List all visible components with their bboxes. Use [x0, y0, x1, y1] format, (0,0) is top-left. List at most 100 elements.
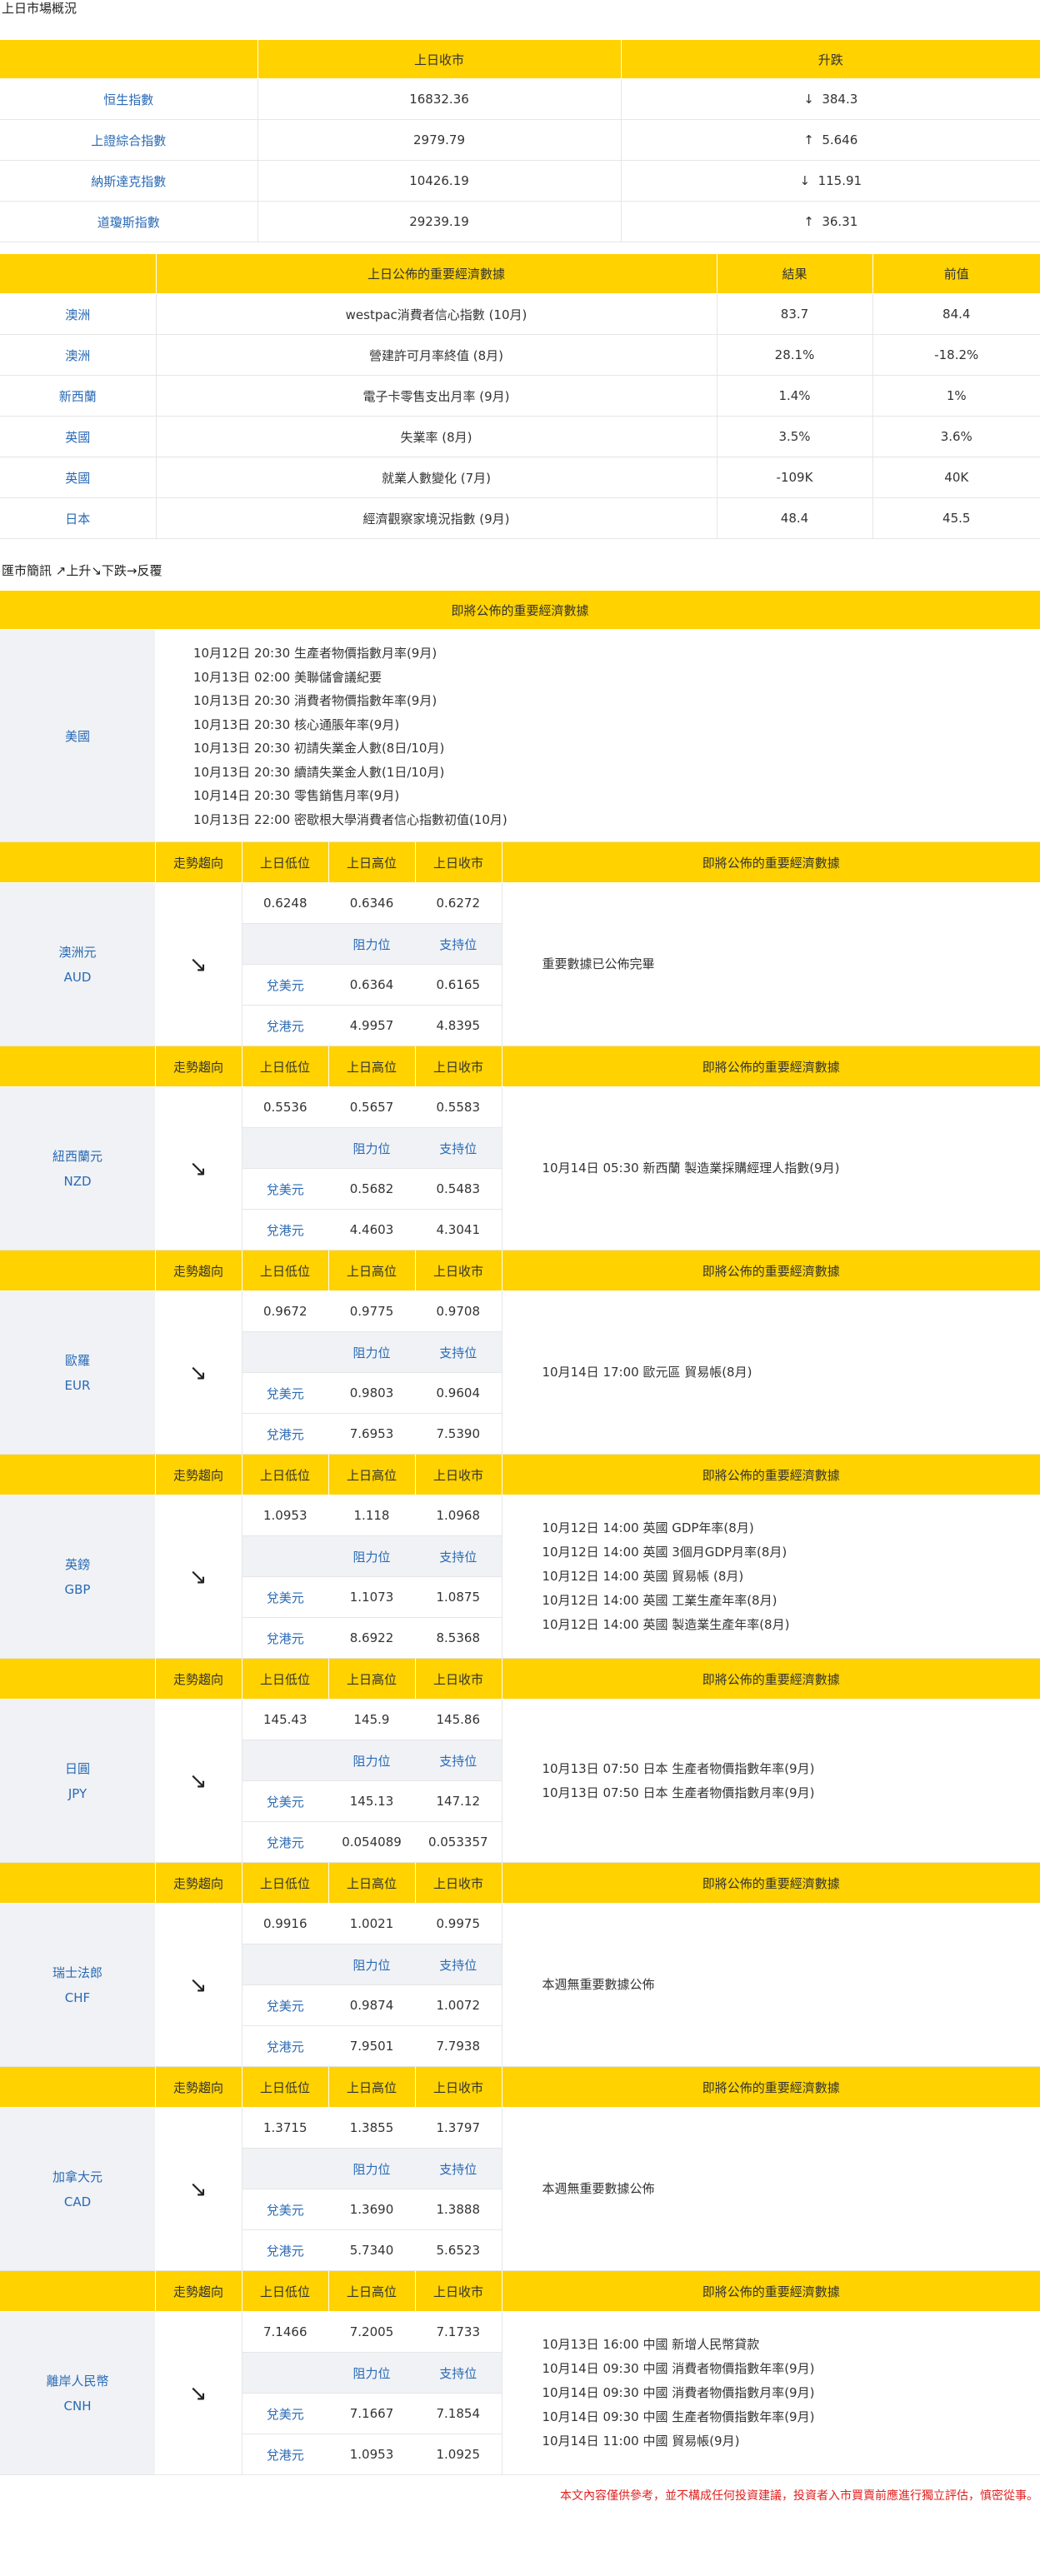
index-link[interactable]: 上證綜合指數: [0, 119, 258, 161]
currency-name-cell[interactable]: 歐羅 EUR: [0, 1290, 155, 1455]
list-item: 10月13日 02:00 美聯儲會議紀要: [193, 669, 382, 685]
level-blank: [242, 1944, 328, 1985]
index-close: 10426.19: [258, 160, 622, 202]
country-link[interactable]: 日本: [0, 497, 157, 539]
header-high: 上日高位: [328, 1046, 416, 1087]
overview-header-blank: [0, 40, 258, 79]
currency-name-cell[interactable]: 英鎊 GBP: [0, 1495, 155, 1659]
vs-usd-label: 兌美元: [242, 964, 328, 1006]
header-events: 即將公佈的重要經濟數據: [502, 2067, 1040, 2108]
down-right-arrow-icon: ↘: [188, 1768, 208, 1794]
eco-result: 1.4%: [717, 375, 873, 417]
market-overview-title: 上日市場概況: [2, 1, 78, 16]
prev-high: 1.118: [328, 1495, 415, 1536]
list-item: 重要數據已公佈完畢: [542, 956, 655, 971]
support-label: 支持位: [415, 2148, 502, 2189]
vs-usd-label: 兌美元: [242, 1168, 328, 1210]
us-country-link[interactable]: 美國: [0, 629, 155, 842]
index-link[interactable]: 道瓊斯指數: [0, 201, 258, 242]
currency-name-cell[interactable]: 加拿大元 CAD: [0, 2107, 155, 2271]
prev-high: 0.5657: [328, 1086, 415, 1128]
down-right-arrow-icon: ↘: [188, 1156, 208, 1181]
list-item: 10月14日 09:30 中國 消費者物價指數月率(9月): [542, 2385, 815, 2400]
trend-cell: ↘: [155, 2107, 242, 2271]
table-row: 紐西蘭元 NZD ↘ 0.5536 0.5657 0.5583 10月14日 05:30 新…: [0, 1086, 1040, 1251]
eco-item: 電子卡零售支出月率 (9月): [156, 375, 718, 417]
currency-name: 離岸人民幣: [46, 2373, 109, 2389]
hkd-support: 7.5390: [415, 1413, 502, 1455]
eco-item: 失業率 (8月): [156, 416, 718, 457]
eco-result: 48.4: [717, 497, 873, 539]
trend-cell: ↘: [155, 2311, 242, 2475]
country-link[interactable]: 新西蘭: [0, 375, 157, 417]
list-item: 10月13日 20:30 續請失業金人數(1日/10月): [193, 764, 445, 780]
index-link[interactable]: 納斯達克指數: [0, 160, 258, 202]
list-item: 10月14日 09:30 中國 生產者物價指數年率(9月): [542, 2409, 815, 2424]
currency-name-cell[interactable]: 紐西蘭元 NZD: [0, 1086, 155, 1251]
header-trend: 走勢趨向: [155, 1863, 242, 1904]
currency-header: 走勢趨向 上日低位 上日高位 上日收市 即將公佈的重要經濟數據: [0, 1863, 1040, 1904]
usd-support: 0.6165: [415, 964, 502, 1006]
prev-close: 0.9708: [415, 1290, 502, 1332]
prev-low: 1.0953: [242, 1495, 328, 1536]
hkd-support: 8.5368: [415, 1617, 502, 1659]
change-value: 115.91: [818, 173, 862, 188]
header-trend: 走勢趨向: [155, 842, 242, 883]
vs-hkd-label: 兌港元: [242, 1821, 328, 1863]
vs-usd-label: 兌美元: [242, 1780, 328, 1822]
currency-name: 歐羅: [64, 1352, 90, 1368]
prev-low: 1.3715: [242, 2107, 328, 2149]
upcoming-events: 10月14日 17:00 歐元區 貿易帳(8月): [501, 1290, 1040, 1455]
header-close: 上日收市: [415, 2067, 502, 2108]
currency-code: NZD: [63, 1173, 92, 1189]
prev-low: 0.9672: [242, 1290, 328, 1332]
level-blank: [242, 2352, 328, 2394]
eco-prev: -18.2%: [872, 334, 1040, 376]
prev-close: 0.6272: [415, 882, 502, 924]
level-blank: [242, 1740, 328, 1781]
resistance-label: 阻力位: [328, 1331, 415, 1373]
currency-name-cell[interactable]: 澳洲元 AUD: [0, 882, 155, 1046]
usd-resistance: 0.5682: [328, 1168, 415, 1210]
header-close: 上日收市: [415, 1046, 502, 1087]
support-label: 支持位: [415, 923, 502, 965]
us-events-header: 即將公佈的重要經濟數據: [0, 591, 1040, 630]
list-item: 10月13日 20:30 初請失業金人數(8日/10月): [193, 741, 445, 756]
country-link[interactable]: 澳洲: [0, 293, 157, 335]
country-link[interactable]: 澳洲: [0, 334, 157, 376]
index-link[interactable]: 恒生指數: [0, 78, 258, 120]
eco-prev: 3.6%: [872, 416, 1040, 457]
header-blank: [0, 1659, 156, 1700]
level-blank: [242, 923, 328, 965]
header-low: 上日低位: [242, 2067, 329, 2108]
header-blank: [0, 1251, 156, 1291]
currency-name: 英鎊: [64, 1556, 90, 1572]
currency-name-cell[interactable]: 離岸人民幣 CNH: [0, 2311, 155, 2475]
eco-header-item: 上日公佈的重要經濟數據: [156, 254, 718, 294]
header-low: 上日低位: [242, 842, 329, 883]
upcoming-events: 10月13日 07:50 日本 生產者物價指數年率(9月) 10月13日 07:5…: [501, 1699, 1040, 1863]
header-trend: 走勢趨向: [155, 1251, 242, 1291]
list-item: 10月12日 14:00 英國 GDP年率(8月): [542, 1520, 754, 1535]
prev-high: 1.3855: [328, 2107, 415, 2149]
header-low: 上日低位: [242, 1659, 329, 1700]
header-close: 上日收市: [415, 1659, 502, 1700]
prev-high: 1.0021: [328, 1903, 415, 1944]
overview-header-change: 升跌: [621, 40, 1040, 79]
down-arrow-icon: ↓: [803, 92, 814, 107]
country-link[interactable]: 英國: [0, 457, 157, 498]
hkd-support: 1.0925: [415, 2434, 502, 2475]
down-right-arrow-icon: ↘: [188, 2380, 208, 2406]
usd-resistance: 1.1073: [328, 1576, 415, 1618]
country-link[interactable]: 英國: [0, 416, 157, 457]
currency-header: 走勢趨向 上日低位 上日高位 上日收市 即將公佈的重要經濟數據: [0, 2067, 1040, 2108]
upcoming-events: 重要數據已公佈完畢: [501, 882, 1040, 1046]
down-right-arrow-icon: ↘: [188, 2176, 208, 2202]
usd-resistance: 0.9874: [328, 1984, 415, 2026]
currency-name-cell[interactable]: 日圓 JPY: [0, 1699, 155, 1863]
currency-name-cell[interactable]: 瑞士法郎 CHF: [0, 1903, 155, 2067]
level-blank: [242, 2148, 328, 2189]
prev-high: 0.6346: [328, 882, 415, 924]
fx-briefing-title: 匯市簡訊 ↗上升↘下跌→反覆: [2, 563, 162, 578]
prev-close: 0.5583: [415, 1086, 502, 1128]
